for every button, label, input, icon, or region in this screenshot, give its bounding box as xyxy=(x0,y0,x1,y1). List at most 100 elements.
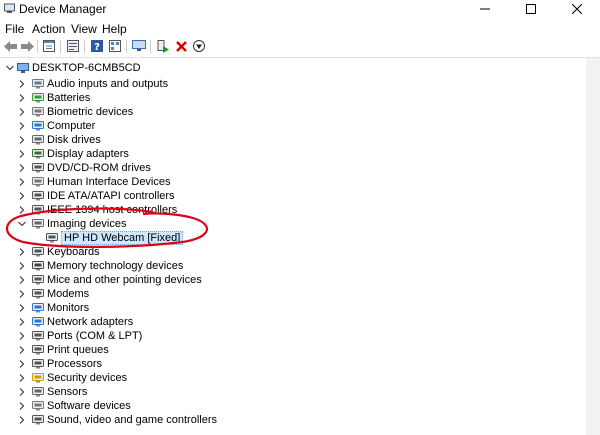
menu-file[interactable]: File xyxy=(5,22,24,36)
display-adapter-icon xyxy=(32,149,44,159)
chevron-right-icon[interactable] xyxy=(18,402,26,410)
close-button[interactable] xyxy=(554,0,600,17)
chevron-right-icon[interactable] xyxy=(18,388,26,396)
category-label: DVD/CD-ROM drives xyxy=(47,162,151,174)
menu-help[interactable]: Help xyxy=(102,22,127,36)
back-arrow-icon[interactable] xyxy=(3,39,17,53)
chevron-right-icon[interactable] xyxy=(18,318,26,326)
category-label: Mice and other pointing devices xyxy=(47,274,202,286)
category-label: Print queues xyxy=(47,344,109,356)
category-label: Display adapters xyxy=(47,148,129,160)
chevron-right-icon[interactable] xyxy=(18,94,26,102)
disable-icon[interactable] xyxy=(192,39,206,53)
title-bar: Device Manager xyxy=(0,0,600,18)
maximize-button[interactable] xyxy=(508,0,554,17)
chevron-down-icon[interactable] xyxy=(6,64,14,72)
chevron-right-icon[interactable] xyxy=(18,80,26,88)
printer-icon xyxy=(32,345,44,355)
menu-view[interactable]: View xyxy=(71,22,97,36)
category-label: Ports (COM & LPT) xyxy=(47,330,143,342)
update-driver-icon[interactable] xyxy=(156,39,170,53)
battery-icon xyxy=(32,93,44,103)
category-label: Computer xyxy=(47,120,96,132)
toolbar: ? xyxy=(0,38,600,56)
mouse-icon xyxy=(32,275,44,285)
category-label: Processors xyxy=(47,358,103,370)
computer-icon xyxy=(32,121,44,131)
category-label: Sound, video and game controllers xyxy=(47,414,217,426)
category-label: Batteries xyxy=(47,92,91,104)
category-label: Network adapters xyxy=(47,316,134,328)
category-label: IDE ATA/ATAPI controllers xyxy=(47,190,175,202)
help-icon[interactable]: ? xyxy=(90,39,104,53)
window-title: Device Manager xyxy=(19,2,107,16)
maximize-icon xyxy=(526,3,536,14)
speaker-icon xyxy=(32,79,44,89)
chevron-right-icon[interactable] xyxy=(18,374,26,382)
svg-text:?: ? xyxy=(94,42,100,52)
category-label: Monitors xyxy=(47,302,90,314)
chevron-right-icon[interactable] xyxy=(18,262,26,270)
sound-icon xyxy=(32,415,44,425)
keyboard-icon xyxy=(32,247,44,257)
properties-icon[interactable] xyxy=(42,39,56,53)
category-label: Security devices xyxy=(47,372,128,384)
chevron-right-icon[interactable] xyxy=(18,136,26,144)
processor-icon xyxy=(32,359,44,369)
minimize-icon xyxy=(480,8,490,9)
disk-icon xyxy=(32,135,44,145)
category-label: Imaging devices xyxy=(47,218,127,230)
hid-icon xyxy=(32,177,44,187)
vertical-scrollbar[interactable] xyxy=(586,58,600,435)
chevron-right-icon[interactable] xyxy=(18,192,26,200)
ieee-icon xyxy=(32,205,44,215)
chevron-right-icon[interactable] xyxy=(18,290,26,298)
monitor-icon xyxy=(32,303,44,313)
chevron-right-icon[interactable] xyxy=(18,332,26,340)
sensor-icon xyxy=(32,387,44,397)
show-hidden-icon[interactable] xyxy=(66,39,80,53)
webcam-icon xyxy=(46,233,58,243)
category-label: Memory technology devices xyxy=(47,260,184,272)
software-icon xyxy=(32,401,44,411)
biometric-icon xyxy=(32,107,44,117)
chevron-right-icon[interactable] xyxy=(18,108,26,116)
dvd-icon xyxy=(32,163,44,173)
security-icon xyxy=(32,373,44,383)
chevron-right-icon[interactable] xyxy=(18,346,26,354)
root-label: DESKTOP-6CMB5CD xyxy=(32,62,141,74)
menu-bar: File Action View Help xyxy=(0,20,600,38)
device-manager-icon xyxy=(4,3,15,13)
view-icon[interactable] xyxy=(108,39,122,53)
category-label: Software devices xyxy=(47,400,131,412)
chevron-right-icon[interactable] xyxy=(18,416,26,424)
chevron-right-icon[interactable] xyxy=(18,304,26,312)
menu-action[interactable]: Action xyxy=(32,22,65,36)
camera-icon xyxy=(32,219,44,229)
chevron-right-icon[interactable] xyxy=(18,164,26,172)
chevron-down-icon[interactable] xyxy=(18,220,26,228)
close-icon xyxy=(572,3,582,14)
chevron-right-icon[interactable] xyxy=(18,178,26,186)
chevron-right-icon[interactable] xyxy=(18,248,26,256)
device-label: HP HD Webcam [Fixed] xyxy=(61,231,184,245)
port-icon xyxy=(32,331,44,341)
chevron-right-icon[interactable] xyxy=(18,150,26,158)
ide-icon xyxy=(32,191,44,201)
chevron-right-icon[interactable] xyxy=(18,360,26,368)
forward-arrow-icon[interactable] xyxy=(20,39,34,53)
category-label: Audio inputs and outputs xyxy=(47,78,169,90)
category-label: IEEE 1394 host controllers xyxy=(47,204,178,216)
uninstall-icon[interactable] xyxy=(174,39,188,53)
category-label: Sensors xyxy=(47,386,88,398)
category-label: Biometric devices xyxy=(47,106,134,118)
modem-icon xyxy=(32,289,44,299)
category-label: Human Interface Devices xyxy=(47,176,171,188)
chevron-right-icon[interactable] xyxy=(18,122,26,130)
scan-monitor-icon[interactable] xyxy=(132,39,146,53)
computer-icon xyxy=(17,63,29,73)
chevron-right-icon[interactable] xyxy=(18,206,26,214)
minimize-button[interactable] xyxy=(462,0,508,17)
chevron-right-icon[interactable] xyxy=(18,276,26,284)
category-label: Modems xyxy=(47,288,90,300)
